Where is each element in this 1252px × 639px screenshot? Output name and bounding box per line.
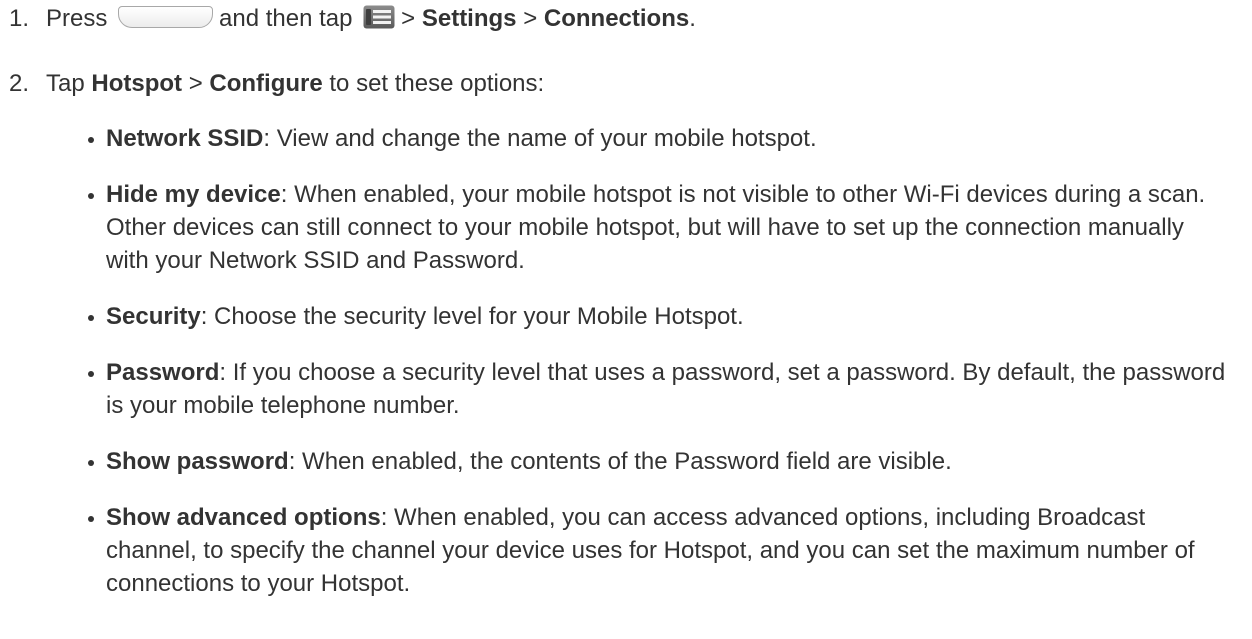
- step-text-tap: Tap: [46, 70, 85, 97]
- separator: >: [401, 5, 416, 32]
- option-term: Password: [106, 359, 220, 386]
- hotspot-label: Hotspot: [91, 70, 183, 97]
- option-term: Network SSID: [106, 125, 264, 152]
- menu-key-icon: [363, 5, 395, 29]
- step-text-press: Press: [46, 5, 108, 32]
- option-description: : View and change the name of your mobil…: [263, 125, 817, 152]
- step-2: 2. Tap Hotspot > Configure to set these o…: [0, 67, 1252, 100]
- step-1: 1. Press and then tap > Settings > Connec…: [0, 2, 1252, 35]
- option-hide-my-device: Hide my device: When enabled, your mobil…: [0, 178, 1226, 277]
- option-term: Hide my device: [106, 181, 281, 208]
- option-description: : If you choose a security level that us…: [106, 359, 1226, 419]
- step-text-then-tap: and then tap: [219, 5, 353, 32]
- option-term: Show password: [106, 448, 289, 475]
- home-key-icon: [118, 6, 214, 28]
- step-end-period: .: [689, 5, 696, 32]
- settings-label: Settings: [421, 5, 517, 32]
- option-show-password: Show password: When enabled, the content…: [0, 445, 1226, 478]
- connections-label: Connections: [543, 5, 690, 32]
- separator: >: [188, 70, 203, 97]
- option-description: : When enabled, the contents of the Pass…: [288, 448, 952, 475]
- option-security: Security: Choose the security level for …: [0, 300, 1226, 333]
- option-term: Security: [106, 303, 201, 330]
- option-password: Password: If you choose a security level…: [0, 356, 1226, 422]
- separator: >: [523, 5, 538, 32]
- option-network-ssid: Network SSID: View and change the name o…: [0, 122, 1226, 155]
- option-show-advanced-options: Show advanced options: When enabled, you…: [0, 501, 1226, 600]
- configure-label: Configure: [209, 70, 323, 97]
- step-text-rest: to set these options:: [329, 70, 545, 97]
- option-description: : Choose the security level for your Mob…: [200, 303, 744, 330]
- option-term: Show advanced options: [106, 504, 381, 531]
- instruction-document: 1. Press and then tap > Settings > Connec…: [0, 0, 1252, 639]
- options-list: Network SSID: View and change the name o…: [0, 122, 1252, 623]
- step-number: 1.: [9, 5, 30, 32]
- step-number: 2.: [9, 70, 30, 97]
